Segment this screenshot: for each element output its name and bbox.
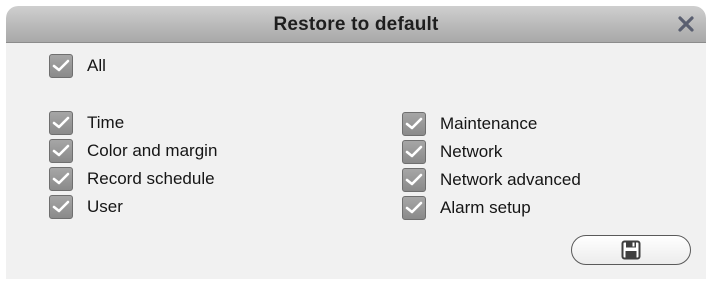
floppy-disk-icon [621, 240, 641, 260]
checkbox-all-label: All [87, 56, 106, 75]
checkbox-color-and-margin[interactable]: Color and margin [49, 139, 217, 163]
checkbox-maintenance-box[interactable] [402, 112, 426, 136]
checkbox-network-box[interactable] [402, 140, 426, 164]
checkmark-icon [52, 116, 70, 129]
checkmark-icon [405, 145, 423, 158]
title-bar: Restore to default [6, 6, 706, 43]
checkmark-icon [52, 144, 70, 157]
checkbox-all-box[interactable] [49, 54, 73, 78]
checkbox-time[interactable]: Time [49, 111, 124, 135]
checkbox-record-schedule-box[interactable] [49, 167, 73, 191]
checkmark-icon [405, 173, 423, 186]
checkbox-network-advanced-label: Network advanced [440, 170, 581, 189]
checkmark-icon [405, 201, 423, 214]
checkmark-icon [52, 59, 70, 72]
checkbox-network-advanced-box[interactable] [402, 168, 426, 192]
checkbox-time-label: Time [87, 113, 125, 132]
checkbox-network[interactable]: Network [402, 140, 502, 164]
checkmark-icon [52, 200, 70, 213]
checkbox-alarm-setup-label: Alarm setup [440, 198, 531, 217]
checkbox-alarm-setup[interactable]: Alarm setup [402, 196, 531, 220]
restore-default-dialog: Restore to default All Time Color and ma… [6, 6, 706, 279]
checkbox-maintenance-label: Maintenance [440, 114, 538, 133]
checkbox-network-advanced[interactable]: Network advanced [402, 168, 581, 192]
dialog-title: Restore to default [273, 14, 439, 35]
close-button[interactable] [676, 14, 696, 34]
checkbox-time-box[interactable] [49, 111, 73, 135]
checkbox-user-label: User [87, 197, 123, 216]
save-button[interactable] [571, 235, 691, 265]
checkbox-record-schedule-label: Record schedule [87, 169, 215, 188]
checkbox-maintenance[interactable]: Maintenance [402, 112, 537, 136]
checkbox-color-and-margin-label: Color and margin [87, 141, 218, 160]
checkbox-user[interactable]: User [49, 195, 123, 219]
checkbox-user-box[interactable] [49, 195, 73, 219]
checkmark-icon [52, 172, 70, 185]
close-icon [678, 16, 694, 32]
checkbox-alarm-setup-box[interactable] [402, 196, 426, 220]
checkmark-icon [405, 117, 423, 130]
checkbox-all[interactable]: All [49, 54, 106, 78]
checkbox-record-schedule[interactable]: Record schedule [49, 167, 215, 191]
checkbox-network-label: Network [440, 142, 503, 161]
checkbox-color-and-margin-box[interactable] [49, 139, 73, 163]
